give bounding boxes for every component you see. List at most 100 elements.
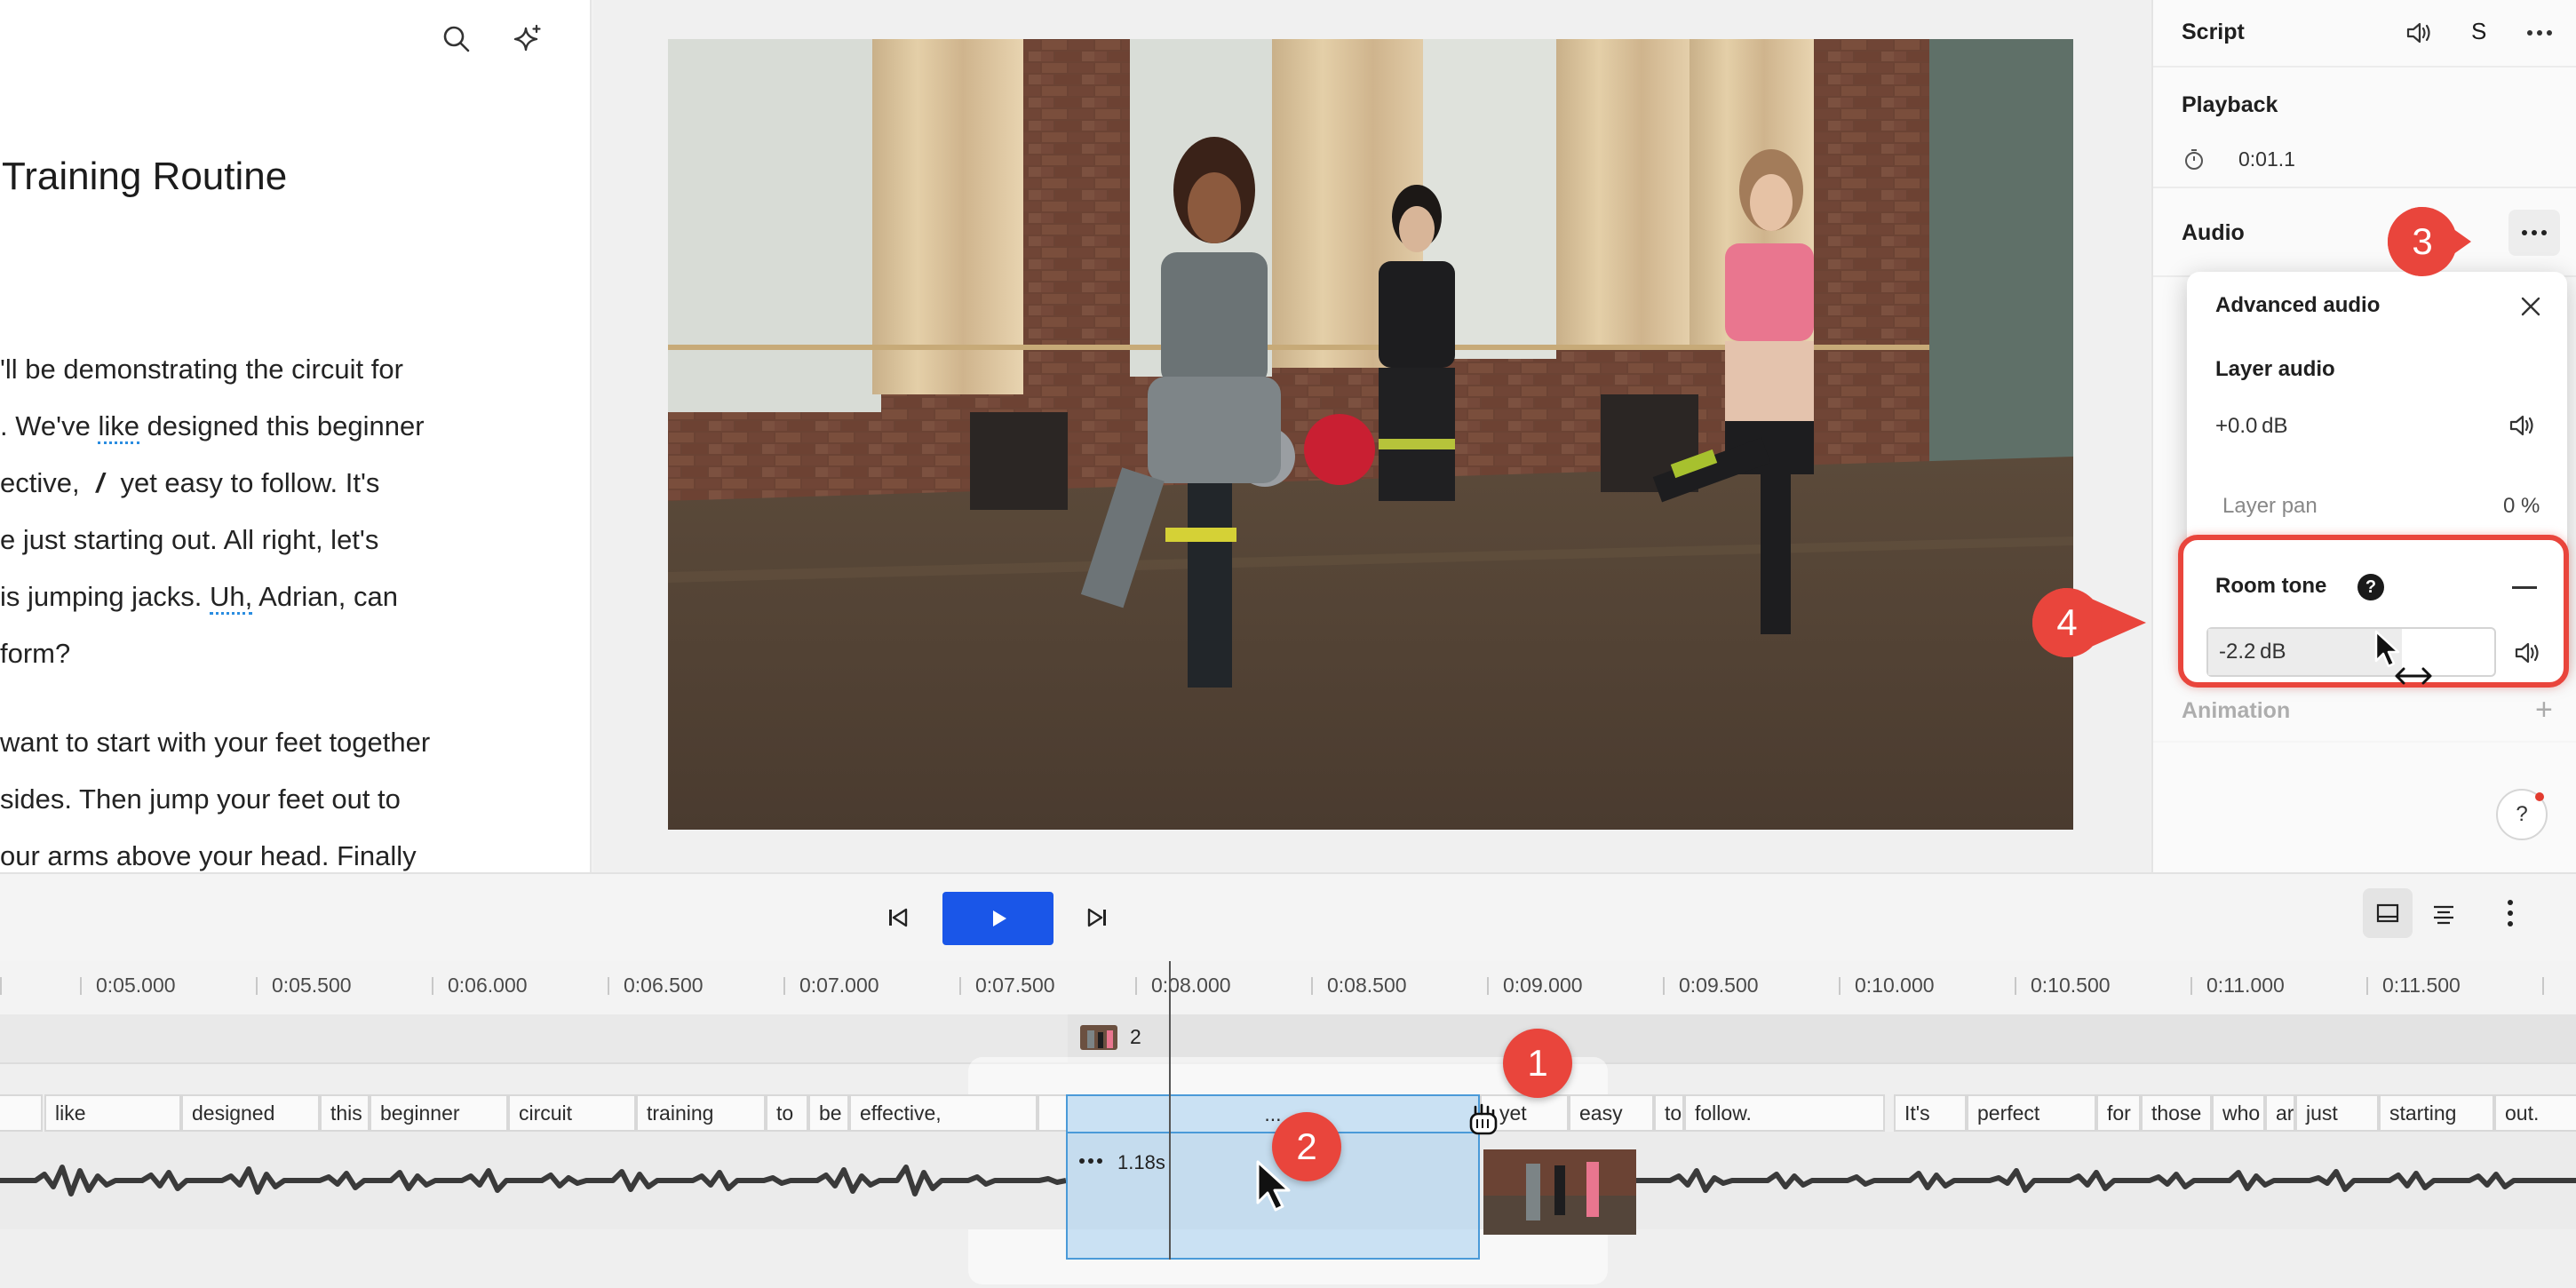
play-icon bbox=[992, 910, 1006, 926]
word-chip[interactable] bbox=[0, 1094, 43, 1132]
word-chip[interactable]: easy bbox=[1569, 1094, 1654, 1132]
script-panel: Training Routine 'll be demonstrating th… bbox=[0, 0, 592, 872]
room-tone-help-icon[interactable]: ? bbox=[2357, 574, 2384, 600]
video-preview[interactable] bbox=[668, 39, 2073, 830]
script-line[interactable]: e just starting out. All right, let's bbox=[0, 524, 378, 556]
word-chip[interactable]: like bbox=[44, 1094, 181, 1132]
document-title[interactable]: Training Routine bbox=[2, 155, 287, 199]
filler-word[interactable]: like bbox=[98, 410, 139, 444]
word-chip[interactable]: starting bbox=[2379, 1094, 2494, 1132]
stopwatch-icon bbox=[2183, 147, 2205, 171]
tick-mark bbox=[959, 977, 961, 995]
word-chip[interactable]: to bbox=[766, 1094, 808, 1132]
search-icon[interactable] bbox=[433, 16, 480, 62]
filler-word[interactable]: Uh, bbox=[210, 581, 253, 615]
help-icon: ? bbox=[2516, 802, 2528, 826]
align-icon[interactable] bbox=[2430, 901, 2457, 927]
tick-mark bbox=[80, 977, 82, 995]
scene-break-marker[interactable]: / bbox=[87, 467, 113, 498]
word-chip[interactable]: be bbox=[808, 1094, 849, 1132]
transport-bar bbox=[0, 872, 2576, 961]
close-icon[interactable] bbox=[2517, 293, 2544, 320]
word-chip[interactable]: perfect bbox=[1967, 1094, 2096, 1132]
word-chip[interactable]: who bbox=[2212, 1094, 2265, 1132]
layer-pan-value[interactable]: 0 % bbox=[2503, 494, 2540, 519]
gap-duration: 1.18s bbox=[1117, 1151, 1165, 1173]
more-options-icon[interactable] bbox=[1078, 1157, 1105, 1165]
panel-title[interactable]: Script bbox=[2182, 20, 2245, 45]
script-line[interactable]: form? bbox=[0, 638, 70, 670]
word-chip[interactable]: out. bbox=[2494, 1094, 2576, 1132]
word-chip[interactable] bbox=[1038, 1094, 1068, 1132]
vertical-more-icon[interactable] bbox=[2505, 897, 2516, 929]
clip-thumbnail[interactable] bbox=[1483, 1149, 1636, 1235]
audio-section: Audio bbox=[2153, 188, 2576, 277]
gap-label: ... bbox=[1068, 1096, 1478, 1133]
word-chip[interactable]: just bbox=[2295, 1094, 2379, 1132]
popover-title: Advanced audio bbox=[2215, 293, 2381, 317]
word-chip[interactable]: designed bbox=[181, 1094, 320, 1132]
scene-thumbnail bbox=[1080, 1025, 1117, 1050]
room-tone-value[interactable]: -2.2 dB bbox=[2219, 640, 2286, 664]
playback-time[interactable]: 0:01.1 bbox=[2238, 147, 2295, 171]
tick-mark bbox=[1487, 977, 1489, 995]
layer-audio-value[interactable]: +0.0 dB bbox=[2215, 414, 2288, 439]
word-chip[interactable]: for bbox=[2096, 1094, 2141, 1132]
script-line[interactable]: . We've like designed this beginner bbox=[0, 410, 425, 444]
word-chip[interactable]: ar bbox=[2265, 1094, 2295, 1132]
layout-view-button[interactable] bbox=[2363, 888, 2413, 938]
script-line[interactable]: 'll be demonstrating the circuit for bbox=[0, 354, 403, 386]
word-chip[interactable]: training bbox=[636, 1094, 766, 1132]
speaker-icon[interactable] bbox=[2404, 18, 2434, 48]
word-chip[interactable]: this bbox=[320, 1094, 370, 1132]
word-chip[interactable]: to bbox=[1654, 1094, 1684, 1132]
video-frame-image bbox=[668, 39, 2073, 830]
tick-mark bbox=[432, 977, 433, 995]
time-ruler[interactable] bbox=[0, 961, 2576, 1014]
notification-dot bbox=[2535, 792, 2544, 801]
add-icon[interactable]: + bbox=[2535, 693, 2553, 727]
tick-mark bbox=[256, 977, 258, 995]
properties-header: Script S bbox=[2153, 0, 2576, 68]
word-chip[interactable]: It's bbox=[1894, 1094, 1967, 1132]
tick-mark bbox=[1663, 977, 1665, 995]
speaker-initial[interactable]: S bbox=[2471, 18, 2486, 45]
room-tone-slider[interactable]: -2.2 dB bbox=[2206, 627, 2496, 677]
speaker-icon[interactable] bbox=[2512, 638, 2542, 668]
advanced-audio-popover: Advanced audio Layer audio +0.0 dB Layer… bbox=[2178, 272, 2569, 688]
script-line[interactable]: sides. Then jump your feet out to bbox=[0, 783, 401, 815]
grab-hand-icon bbox=[1464, 1101, 1503, 1141]
more-options-icon[interactable] bbox=[2524, 18, 2555, 48]
resize-cursor-icon bbox=[2393, 663, 2434, 689]
tick-label: 0:05.500 bbox=[272, 974, 352, 997]
word-chip[interactable]: follow. bbox=[1684, 1094, 1885, 1132]
play-button[interactable] bbox=[942, 892, 1053, 945]
playhead[interactable] bbox=[1169, 961, 1171, 1260]
skip-back-icon[interactable] bbox=[885, 902, 911, 933]
word-chip[interactable]: circuit bbox=[508, 1094, 636, 1132]
script-line[interactable]: our arms above your head. Finally bbox=[0, 840, 417, 872]
word-chip[interactable]: beginner bbox=[370, 1094, 508, 1132]
word-chip[interactable]: effective, bbox=[849, 1094, 1038, 1132]
tick-label: 0:05.000 bbox=[96, 974, 176, 997]
script-line[interactable]: ective, / yet easy to follow. It's bbox=[0, 467, 379, 499]
script-line[interactable]: is jumping jacks. Uh, Adrian, can bbox=[0, 581, 398, 615]
speaker-icon[interactable] bbox=[2507, 410, 2537, 441]
more-options-icon bbox=[2522, 230, 2547, 235]
tick-label: 0:11.000 bbox=[2206, 974, 2285, 997]
audio-more-button[interactable] bbox=[2508, 210, 2560, 256]
collapse-icon[interactable] bbox=[2512, 586, 2537, 589]
script-line[interactable]: want to start with your feet together bbox=[0, 727, 430, 759]
word-chip[interactable]: those bbox=[2141, 1094, 2212, 1132]
skip-forward-icon[interactable] bbox=[1084, 902, 1110, 933]
tick-label: 0:09.500 bbox=[1679, 974, 1759, 997]
playback-section: Playback 0:01.1 bbox=[2153, 68, 2576, 188]
animation-label[interactable]: Animation bbox=[2182, 698, 2290, 724]
tick-mark bbox=[2015, 977, 2016, 995]
tick-label: 0:10.000 bbox=[1855, 974, 1935, 997]
sparkle-icon[interactable] bbox=[505, 16, 551, 62]
tick-label: 0:06.500 bbox=[624, 974, 704, 997]
help-button[interactable]: ? bbox=[2496, 789, 2548, 840]
tick-mark bbox=[2190, 977, 2192, 995]
scene-clip[interactable] bbox=[1068, 1014, 2576, 1062]
